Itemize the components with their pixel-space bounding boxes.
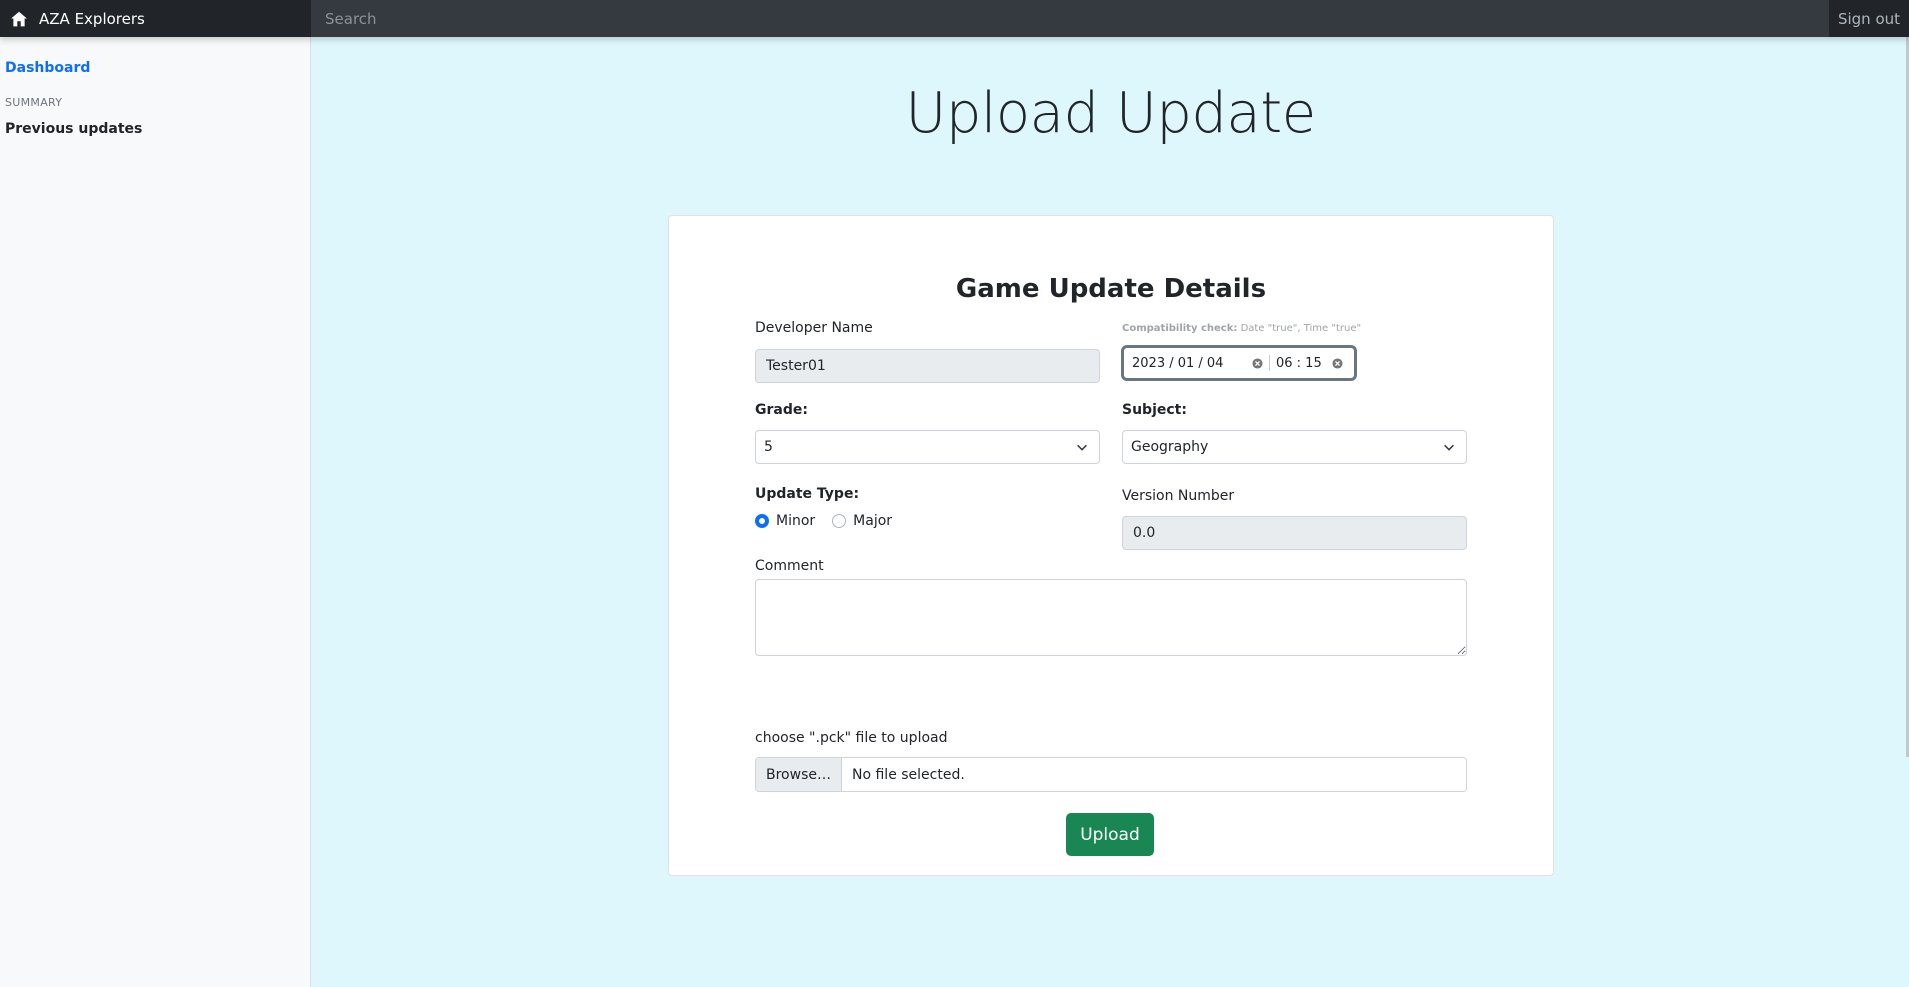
browse-button[interactable]: Browse…: [756, 758, 842, 791]
brand-name: AZA Explorers: [39, 9, 145, 28]
grade-label: Grade:: [755, 402, 808, 418]
page-title: Upload Update: [905, 81, 1316, 146]
minor-radio-label: Minor: [776, 513, 816, 529]
compatibility-check-text: Compatibility check: Date "true", Time "…: [1122, 323, 1361, 334]
update-type-radio-group: Minor Major: [755, 513, 909, 529]
version-number-label: Version Number: [1122, 488, 1235, 504]
chevron-down-icon: [1444, 444, 1454, 451]
major-radio-label: Major: [853, 513, 893, 529]
brand-link[interactable]: AZA Explorers: [0, 0, 311, 37]
search-input[interactable]: [325, 9, 1829, 28]
sidebar-item-previous-updates[interactable]: Previous updates: [0, 121, 310, 137]
minor-radio[interactable]: [755, 514, 769, 528]
main-content: Upload Update Game Update Details Develo…: [312, 37, 1909, 987]
compatibility-check-label: Compatibility check:: [1122, 323, 1238, 334]
file-status: No file selected.: [842, 758, 1466, 791]
chevron-down-icon: [1077, 444, 1087, 451]
upload-button[interactable]: Upload: [1066, 813, 1154, 856]
clear-time-icon[interactable]: [1332, 357, 1343, 369]
top-navbar: AZA Explorers Sign out: [0, 0, 1909, 37]
sign-out-link[interactable]: Sign out: [1829, 0, 1909, 37]
developer-name-label: Developer Name: [755, 320, 873, 336]
subject-label: Subject:: [1122, 402, 1187, 418]
date-input[interactable]: 2023 / 01 / 04: [1132, 356, 1252, 371]
time-input[interactable]: 06 : 15: [1276, 356, 1332, 371]
sidebar-item-dashboard[interactable]: Dashboard: [0, 60, 310, 76]
grade-select[interactable]: 5: [755, 430, 1100, 464]
sidebar: Dashboard SUMMARY Previous updates: [0, 37, 311, 987]
sidebar-heading-summary: SUMMARY: [5, 96, 63, 109]
major-radio[interactable]: [832, 514, 847, 528]
compatibility-check-value: Date "true", Time "true": [1240, 323, 1362, 334]
form-title: Game Update Details: [955, 274, 1267, 304]
clear-date-icon[interactable]: [1252, 357, 1263, 369]
date-time-divider: [1269, 355, 1270, 371]
update-type-label: Update Type:: [755, 486, 860, 502]
search-container: [311, 0, 1829, 37]
developer-name-field[interactable]: Tester01: [755, 349, 1100, 383]
subject-selected-value: Geography: [1131, 439, 1209, 455]
update-type-major[interactable]: Major: [832, 513, 892, 529]
update-type-minor[interactable]: Minor: [755, 513, 815, 529]
version-number-field[interactable]: 0.0: [1122, 516, 1467, 550]
update-form-card: Game Update Details Developer Name Teste…: [668, 215, 1554, 876]
date-time-picker[interactable]: 2023 / 01 / 04 06 : 15: [1121, 345, 1357, 381]
comment-textarea[interactable]: [755, 579, 1467, 656]
grade-selected-value: 5: [764, 439, 773, 455]
file-upload-label: choose ".pck" file to upload: [755, 730, 948, 746]
subject-select[interactable]: Geography: [1122, 430, 1467, 464]
home-icon: [11, 11, 27, 26]
file-input[interactable]: Browse… No file selected.: [755, 757, 1467, 792]
comment-label: Comment: [755, 558, 824, 574]
